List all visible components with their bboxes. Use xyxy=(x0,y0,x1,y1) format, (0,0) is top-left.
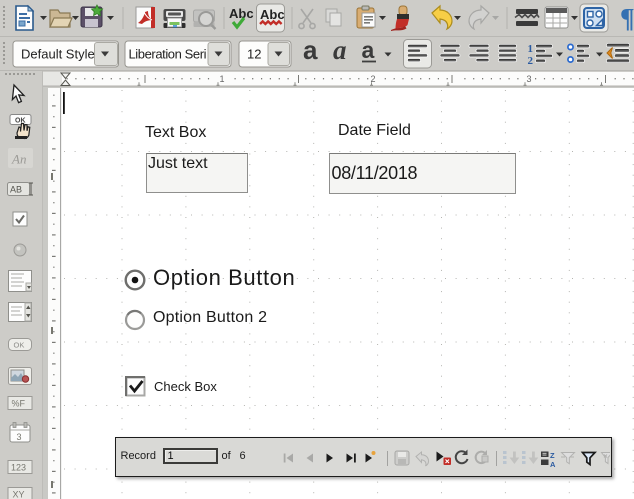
svg-text:A: A xyxy=(550,460,556,469)
svg-text:Z: Z xyxy=(550,451,555,460)
svg-text:1: 1 xyxy=(220,74,225,84)
svg-text:123: 123 xyxy=(11,463,26,473)
svg-text:¶: ¶ xyxy=(620,3,634,33)
svg-text:Abc: Abc xyxy=(229,6,254,21)
svg-text:a: a xyxy=(333,36,347,65)
svg-text:Default Style: Default Style xyxy=(21,47,95,62)
svg-text:a: a xyxy=(303,36,318,65)
svg-text:AB: AB xyxy=(10,185,22,195)
svg-text:XY: XY xyxy=(13,490,25,499)
svg-text:%F: %F xyxy=(12,399,26,409)
svg-text:3: 3 xyxy=(527,74,532,84)
svg-text:2: 2 xyxy=(528,55,534,67)
svg-text:12: 12 xyxy=(247,47,261,62)
svg-text:An: An xyxy=(11,152,26,167)
svg-text:Liberation Seri: Liberation Seri xyxy=(129,47,207,62)
svg-text:3: 3 xyxy=(17,432,22,442)
svg-text:Abc: Abc xyxy=(260,7,285,22)
svg-text:a: a xyxy=(362,37,375,63)
svg-text:1: 1 xyxy=(528,43,534,55)
svg-text:OK: OK xyxy=(14,341,25,350)
